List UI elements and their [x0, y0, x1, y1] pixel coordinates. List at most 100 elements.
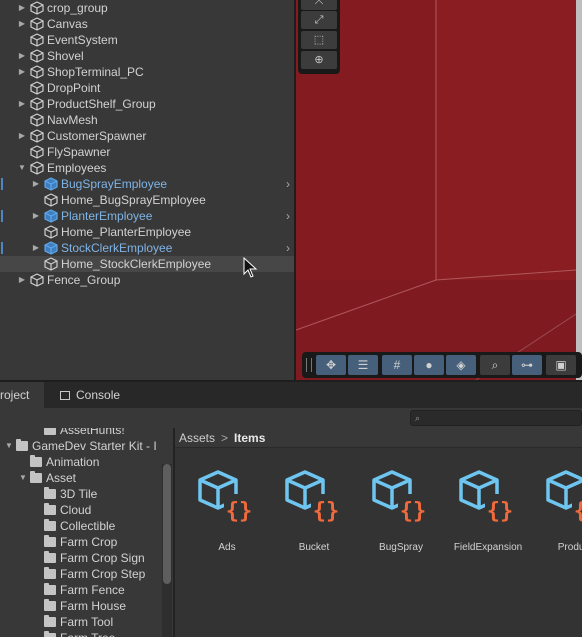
mouse-cursor-icon — [243, 257, 258, 278]
toolbar-grip[interactable] — [306, 358, 312, 372]
tree-scrollbar[interactable] — [162, 464, 172, 637]
folder-tree-item[interactable]: 3D Tile — [0, 486, 165, 502]
hierarchy-item[interactable]: ▶ PlanterEmployee › — [0, 208, 294, 224]
scale-tool-icon[interactable]: ⤢ — [301, 11, 337, 29]
hierarchy-item[interactable]: ▶ Canvas — [0, 16, 294, 32]
hierarchy-item[interactable]: ▼ Employees — [0, 160, 294, 176]
folder-label: Animation — [46, 455, 100, 469]
folder-icon — [44, 487, 56, 499]
fold-closed-icon[interactable]: ▶ — [31, 176, 41, 192]
folder-tree-item[interactable]: Cloud — [0, 502, 165, 518]
gameobject-cube-icon — [30, 97, 44, 111]
tab-console[interactable]: Console — [60, 382, 140, 408]
asset-grid: Assets > Items {} Ads {} Bucket {} BugSpray {} Fi… — [175, 428, 582, 637]
hierarchy-item[interactable]: ▶ ShopTerminal_PC — [0, 64, 294, 80]
folder-tree-item[interactable]: Animation — [0, 454, 165, 470]
gameobject-cube-icon — [30, 1, 44, 15]
transform-tool-icon[interactable]: ⊕ — [301, 51, 337, 69]
folder-label: Farm House — [60, 599, 127, 613]
asset-item[interactable]: {} FieldExpansion — [446, 466, 530, 556]
move-snap-icon[interactable]: ✥ — [316, 355, 346, 375]
search-icon[interactable]: ⌕ — [480, 355, 510, 375]
hierarchy-item[interactable]: FlySpawner — [0, 144, 294, 160]
tab-project[interactable]: Project — [0, 382, 44, 408]
folder-tree-item[interactable]: ▼ Asset — [0, 470, 165, 486]
folder-tree-item[interactable]: Farm House — [0, 598, 165, 614]
move-tool-icon[interactable]: ⤧ — [301, 0, 337, 10]
open-prefab-chevron-icon[interactable]: › — [286, 208, 290, 224]
fold-closed-icon[interactable]: ▶ — [17, 0, 27, 16]
folder-label: Collectible — [60, 519, 116, 533]
hierarchy-item[interactable]: ▶ crop_group — [0, 0, 294, 16]
asset-item[interactable]: {} Ads — [185, 466, 269, 556]
folder-tree-item[interactable]: Farm Crop Step — [0, 566, 165, 582]
fold-closed-icon[interactable]: ▶ — [17, 96, 27, 112]
align-icon[interactable]: ☰ — [348, 355, 378, 375]
fold-closed-icon[interactable]: ▶ — [17, 64, 27, 80]
prefab-override-bar — [1, 210, 3, 222]
folder-label: 3D Tile — [60, 487, 98, 501]
fold-open-icon[interactable]: ▼ — [4, 438, 14, 454]
open-prefab-chevron-icon[interactable]: › — [286, 176, 290, 192]
folder-label: Farm Crop — [60, 535, 118, 549]
camera-icon[interactable]: ▣ — [546, 355, 576, 375]
fold-closed-icon[interactable]: ▶ — [17, 128, 27, 144]
hierarchy-item[interactable]: Home_BugSprayEmployee — [0, 192, 294, 208]
svg-text:{}: {} — [226, 499, 253, 524]
folder-tree-item[interactable]: Farm Tool — [0, 614, 165, 630]
hierarchy-item[interactable]: ▶ ProductShelf_Group — [0, 96, 294, 112]
grid-snap-icon[interactable]: # — [382, 355, 412, 375]
hierarchy-item-label: Canvas — [47, 17, 88, 31]
fold-closed-icon[interactable]: ▶ — [31, 240, 41, 256]
scrollbar-thumb[interactable] — [163, 464, 171, 584]
unity-editor: ▶ crop_group ▶ Canvas EventSystem ▶ Shovel ▶ Sho… — [0, 0, 582, 637]
scene-view[interactable]: ⤧ ⤢ ⬚ ⊕ ✥ ☰ # ● ◈ ⌕ ⊶ ▣ — [296, 0, 582, 380]
folder-tree-item[interactable]: Farm Fence — [0, 582, 165, 598]
hierarchy-item[interactable]: EventSystem — [0, 32, 294, 48]
hierarchy-item-label: crop_group — [47, 1, 108, 15]
folder-tree-item[interactable]: Collectible — [0, 518, 165, 534]
hierarchy-item[interactable]: Home_PlanterEmployee — [0, 224, 294, 240]
fold-open-icon[interactable]: ▼ — [18, 470, 28, 486]
folder-tree-item[interactable]: Farm Crop — [0, 534, 165, 550]
breadcrumb-separator: > — [221, 431, 229, 445]
folder-icon — [30, 455, 42, 467]
folder-tree-item[interactable]: ▼ GameDev Starter Kit - I — [0, 438, 165, 454]
hierarchy-item[interactable]: ▶ BugSprayEmployee › — [0, 176, 294, 192]
asset-name: BugSpray — [379, 542, 423, 553]
fold-closed-icon[interactable]: ▶ — [17, 48, 27, 64]
hierarchy-item[interactable]: ▶ Shovel — [0, 48, 294, 64]
layers-icon[interactable]: ◈ — [446, 355, 476, 375]
fold-open-icon[interactable]: ▼ — [17, 160, 27, 176]
hierarchy-item[interactable]: NavMesh — [0, 112, 294, 128]
folder-icon — [44, 599, 56, 611]
fold-closed-icon[interactable]: ▶ — [31, 208, 41, 224]
project-search-input[interactable]: ⌕ — [410, 410, 582, 426]
open-prefab-chevron-icon[interactable]: › — [286, 240, 290, 256]
search-icon: ⌕ — [415, 413, 421, 423]
hierarchy-item[interactable]: ▶ StockClerkEmployee › — [0, 240, 294, 256]
folder-icon — [44, 503, 56, 515]
shading-sphere-icon[interactable]: ● — [414, 355, 444, 375]
gameobject-cube-icon — [30, 65, 44, 79]
script-asset-icon: {} — [372, 470, 428, 524]
asset-item[interactable]: {} BugSpray — [359, 466, 443, 556]
folder-tree-item[interactable]: Farm Tree — [0, 630, 165, 637]
pivot-icon[interactable]: ⊶ — [512, 355, 542, 375]
transform-toolbar: ⤧ ⤢ ⬚ ⊕ — [298, 0, 340, 74]
rect-tool-icon[interactable]: ⬚ — [301, 31, 337, 49]
folder-tree-item[interactable]: Farm Crop Sign — [0, 550, 165, 566]
gameobject-cube-icon — [30, 129, 44, 143]
folder-tree-item[interactable]: AssetHunts! — [0, 428, 165, 438]
fold-closed-icon[interactable]: ▶ — [17, 16, 27, 32]
asset-item[interactable]: {} Product — [533, 466, 582, 556]
fold-closed-icon[interactable]: ▶ — [17, 272, 27, 288]
svg-text:{}: {} — [487, 499, 514, 524]
hierarchy-item-label: Home_BugSprayEmployee — [61, 193, 206, 207]
asset-item[interactable]: {} Bucket — [272, 466, 356, 556]
breadcrumb-root[interactable]: Assets — [179, 431, 215, 445]
hierarchy-item[interactable]: DropPoint — [0, 80, 294, 96]
hierarchy-item[interactable]: ▶ CustomerSpawner — [0, 128, 294, 144]
gameobject-cube-icon — [30, 49, 44, 63]
breadcrumb-current[interactable]: Items — [234, 431, 265, 445]
